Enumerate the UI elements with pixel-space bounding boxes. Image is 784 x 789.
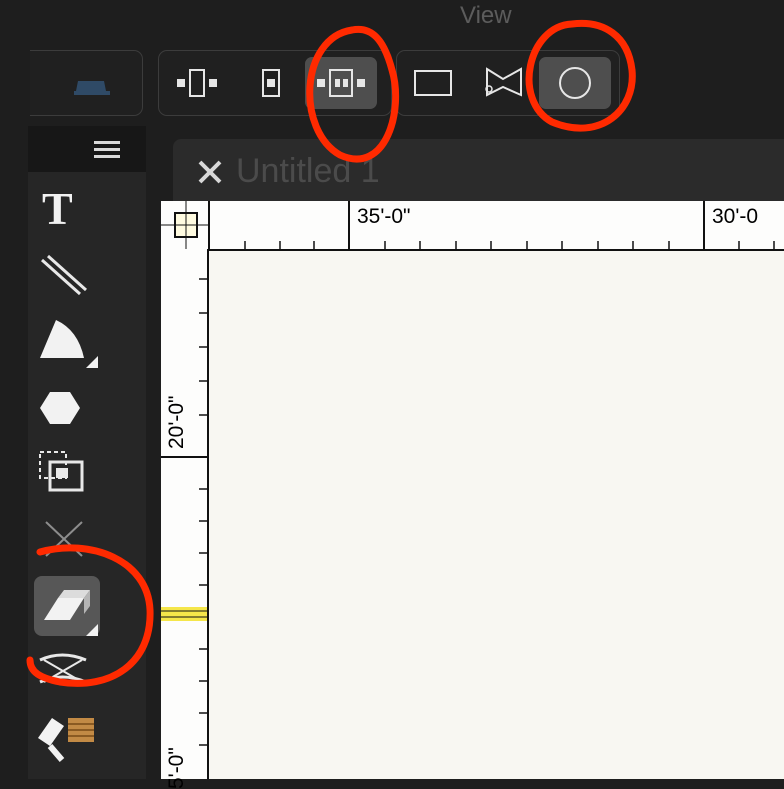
ruler-label-5ft: 5'-0" bbox=[165, 747, 188, 789]
paint-roller-icon bbox=[38, 718, 94, 762]
split-pane-layout-icon bbox=[317, 69, 365, 97]
render-mode-group bbox=[396, 50, 620, 116]
eraser-tool-icon bbox=[44, 590, 98, 636]
text-tool[interactable]: T bbox=[34, 178, 100, 238]
wall-tool-icon bbox=[39, 653, 87, 684]
tool-palette-header bbox=[28, 126, 146, 172]
layer-stack-icon[interactable] bbox=[30, 51, 142, 115]
document-title: Untitled 1 bbox=[236, 152, 380, 190]
cross-tool[interactable] bbox=[34, 506, 100, 566]
single-pane-layout-button[interactable] bbox=[163, 57, 235, 109]
ruler-label-35ft: 35'-0" bbox=[357, 205, 411, 228]
arc-tool-icon bbox=[40, 320, 98, 368]
ruler-label-20ft: 20'-0" bbox=[165, 395, 188, 450]
close-icon[interactable] bbox=[196, 158, 224, 186]
cross-tool-icon bbox=[45, 521, 83, 557]
eraser-tool[interactable] bbox=[34, 576, 100, 636]
rectangle-view-button[interactable] bbox=[397, 57, 469, 109]
wall-tool[interactable] bbox=[34, 646, 100, 706]
polygon-tool[interactable] bbox=[34, 378, 100, 438]
paint-roller-tool[interactable] bbox=[34, 708, 100, 768]
shape-view-button[interactable] bbox=[467, 57, 539, 109]
double-line-tool-icon bbox=[40, 254, 88, 296]
menu-icon[interactable] bbox=[94, 138, 124, 162]
resize-tool[interactable] bbox=[34, 444, 100, 504]
rectangle-view-icon bbox=[414, 70, 452, 96]
shape-view-icon bbox=[485, 67, 522, 97]
ruler-horizontal: 35'-0" 30'-0 bbox=[161, 201, 784, 251]
ruler-vertical: 20'-0" 5'-0" bbox=[161, 249, 209, 789]
stacked-pane-layout-icon bbox=[262, 69, 280, 97]
drawing-canvas[interactable] bbox=[209, 251, 784, 779]
single-pane-layout-icon bbox=[177, 69, 217, 97]
text-tool-icon: T bbox=[42, 183, 73, 234]
view-mode-group-left bbox=[30, 50, 143, 116]
ruler-label-30ft: 30'-0 bbox=[712, 205, 759, 228]
view-label: View bbox=[460, 2, 512, 29]
circle-view-button[interactable] bbox=[539, 57, 611, 109]
circle-view-icon bbox=[559, 67, 591, 99]
stacked-pane-layout-button[interactable] bbox=[235, 57, 307, 109]
polygon-tool-icon bbox=[40, 392, 80, 424]
pane-layout-group bbox=[158, 50, 392, 116]
arc-tool[interactable] bbox=[34, 316, 100, 376]
double-line-tool[interactable] bbox=[34, 248, 100, 308]
ruler-ticks-vertical bbox=[161, 278, 207, 746]
split-pane-layout-button[interactable] bbox=[305, 57, 377, 109]
resize-tool-icon bbox=[39, 451, 84, 492]
ruler-ticks-horizontal bbox=[161, 201, 775, 249]
